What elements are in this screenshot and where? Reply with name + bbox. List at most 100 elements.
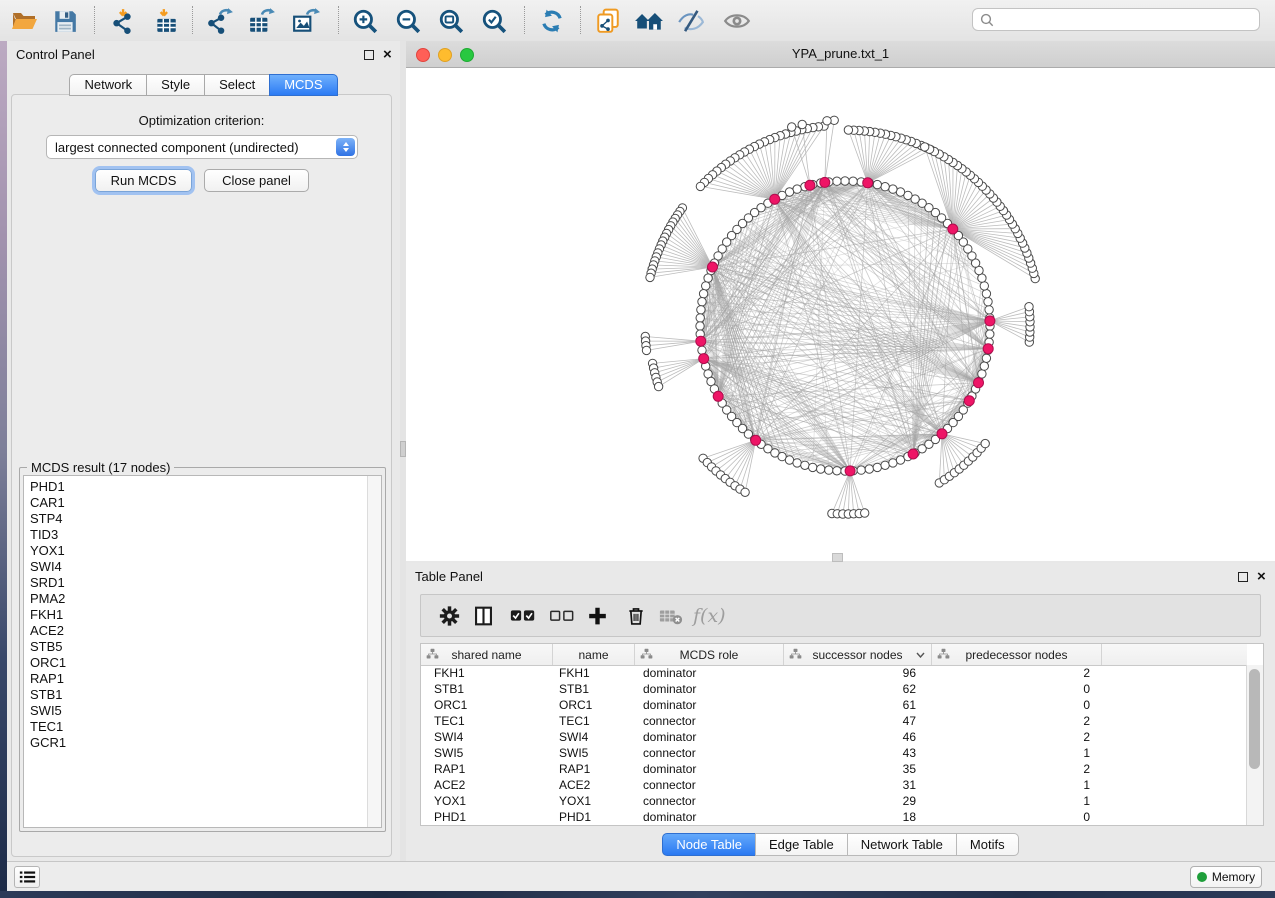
zoom-fit-icon[interactable] bbox=[434, 4, 468, 37]
cell-MCDS-role[interactable]: connector bbox=[635, 794, 784, 808]
memory-button[interactable]: Memory bbox=[1190, 866, 1262, 888]
mcds-result-item[interactable]: PMA2 bbox=[30, 591, 66, 607]
search-box[interactable] bbox=[972, 8, 1260, 31]
tab-edge-table[interactable]: Edge Table bbox=[755, 833, 847, 856]
cell-successor-nodes[interactable]: 96 bbox=[784, 666, 932, 680]
mcds-result-item[interactable]: SRD1 bbox=[30, 575, 66, 591]
float-panel-icon[interactable] bbox=[364, 50, 374, 60]
cell-predecessor-nodes[interactable]: 1 bbox=[932, 746, 1102, 760]
cell-shared-name[interactable]: YOX1 bbox=[421, 794, 553, 808]
float-table-panel-icon[interactable] bbox=[1238, 572, 1248, 582]
table-row[interactable]: SWI5SWI5connector431 bbox=[421, 745, 1247, 761]
cell-MCDS-role[interactable]: dominator bbox=[635, 810, 784, 824]
tab-select[interactable]: Select bbox=[204, 74, 269, 96]
tab-mcds[interactable]: MCDS bbox=[269, 74, 337, 96]
mcds-result-item[interactable]: TID3 bbox=[30, 527, 66, 543]
cell-predecessor-nodes[interactable]: 1 bbox=[932, 794, 1102, 808]
network-overview-icon[interactable] bbox=[632, 4, 666, 37]
mcds-result-item[interactable]: RAP1 bbox=[30, 671, 66, 687]
export-image-icon[interactable] bbox=[289, 4, 323, 37]
task-history-button[interactable] bbox=[14, 866, 40, 888]
deselect-checkboxes-icon[interactable] bbox=[548, 606, 576, 625]
cell-name[interactable]: YOX1 bbox=[553, 794, 635, 808]
criterion-dropdown[interactable]: largest connected component (undirected) bbox=[46, 135, 358, 159]
cell-predecessor-nodes[interactable]: 1 bbox=[932, 778, 1102, 792]
refresh-icon[interactable] bbox=[535, 4, 569, 37]
mcds-result-item[interactable]: ORC1 bbox=[30, 655, 66, 671]
cell-shared-name[interactable]: FKH1 bbox=[421, 666, 553, 680]
column-header-name[interactable]: name bbox=[553, 644, 635, 665]
cell-successor-nodes[interactable]: 31 bbox=[784, 778, 932, 792]
table-row[interactable]: STB1STB1dominator620 bbox=[421, 681, 1247, 697]
mcds-result-item[interactable]: CAR1 bbox=[30, 495, 66, 511]
cell-name[interactable]: SWI4 bbox=[553, 730, 635, 744]
export-network-icon[interactable] bbox=[203, 4, 237, 37]
mcds-result-item[interactable]: PHD1 bbox=[30, 479, 66, 495]
network-graph[interactable] bbox=[406, 68, 1275, 561]
close-panel-icon[interactable]: × bbox=[383, 47, 392, 62]
column-header-successor-nodes[interactable]: successor nodes bbox=[784, 644, 932, 665]
tab-node-table[interactable]: Node Table bbox=[662, 833, 755, 856]
network-window-titlebar[interactable]: YPA_prune.txt_1 bbox=[406, 41, 1275, 68]
scrollbar-thumb[interactable] bbox=[1249, 669, 1260, 769]
show-panel-icon[interactable] bbox=[720, 4, 754, 37]
table-row[interactable]: SWI4SWI4dominator462 bbox=[421, 729, 1247, 745]
cell-MCDS-role[interactable]: connector bbox=[635, 714, 784, 728]
cell-name[interactable]: FKH1 bbox=[553, 666, 635, 680]
settings-icon[interactable] bbox=[439, 605, 460, 626]
cell-MCDS-role[interactable]: dominator bbox=[635, 682, 784, 696]
tab-style[interactable]: Style bbox=[146, 74, 204, 96]
column-header-shared-name[interactable]: shared name bbox=[421, 644, 553, 665]
close-panel-button[interactable]: Close panel bbox=[204, 169, 309, 192]
import-table-icon[interactable] bbox=[149, 4, 183, 37]
table-row[interactable]: TEC1TEC1connector472 bbox=[421, 713, 1247, 729]
cell-successor-nodes[interactable]: 29 bbox=[784, 794, 932, 808]
search-input[interactable] bbox=[999, 12, 1259, 28]
cell-MCDS-role[interactable]: connector bbox=[635, 746, 784, 760]
cell-name[interactable]: ORC1 bbox=[553, 698, 635, 712]
cell-MCDS-role[interactable]: dominator bbox=[635, 698, 784, 712]
close-table-panel-icon[interactable]: × bbox=[1257, 569, 1266, 584]
save-session-icon[interactable] bbox=[48, 4, 82, 37]
zoom-in-icon[interactable] bbox=[348, 4, 382, 37]
mcds-result-item[interactable]: GCR1 bbox=[30, 735, 66, 751]
table-row[interactable]: RAP1RAP1dominator352 bbox=[421, 761, 1247, 777]
cell-shared-name[interactable]: STB1 bbox=[421, 682, 553, 696]
mcds-result-item[interactable]: FKH1 bbox=[30, 607, 66, 623]
cell-name[interactable]: RAP1 bbox=[553, 762, 635, 776]
cell-successor-nodes[interactable]: 47 bbox=[784, 714, 932, 728]
cell-MCDS-role[interactable]: dominator bbox=[635, 762, 784, 776]
mcds-result-item[interactable]: STB1 bbox=[30, 687, 66, 703]
hide-panel-icon[interactable] bbox=[674, 4, 708, 37]
zoom-out-icon[interactable] bbox=[391, 4, 425, 37]
cell-predecessor-nodes[interactable]: 0 bbox=[932, 682, 1102, 696]
cell-shared-name[interactable]: SWI5 bbox=[421, 746, 553, 760]
horizontal-splitter-grip[interactable] bbox=[832, 553, 843, 562]
cell-name[interactable]: TEC1 bbox=[553, 714, 635, 728]
tab-motifs[interactable]: Motifs bbox=[956, 833, 1019, 856]
delete-icon[interactable] bbox=[626, 605, 646, 626]
mcds-result-item[interactable]: STB5 bbox=[30, 639, 66, 655]
mcds-result-item[interactable]: YOX1 bbox=[30, 543, 66, 559]
cell-shared-name[interactable]: ORC1 bbox=[421, 698, 553, 712]
table-row[interactable]: ACE2ACE2connector311 bbox=[421, 777, 1247, 793]
run-mcds-button[interactable]: Run MCDS bbox=[95, 169, 192, 192]
import-network-icon[interactable] bbox=[105, 4, 139, 37]
mcds-result-item[interactable]: TEC1 bbox=[30, 719, 66, 735]
cell-MCDS-role[interactable]: dominator bbox=[635, 666, 784, 680]
tab-network-table[interactable]: Network Table bbox=[847, 833, 956, 856]
cell-shared-name[interactable]: ACE2 bbox=[421, 778, 553, 792]
table-row[interactable]: FKH1FKH1dominator962 bbox=[421, 665, 1247, 681]
column-header-predecessor-nodes[interactable]: predecessor nodes bbox=[932, 644, 1102, 665]
mcds-list-scrollbar[interactable] bbox=[367, 476, 381, 827]
cell-shared-name[interactable]: TEC1 bbox=[421, 714, 553, 728]
cell-shared-name[interactable]: SWI4 bbox=[421, 730, 553, 744]
cell-MCDS-role[interactable]: connector bbox=[635, 778, 784, 792]
cell-successor-nodes[interactable]: 35 bbox=[784, 762, 932, 776]
mcds-result-item[interactable]: SWI4 bbox=[30, 559, 66, 575]
split-columns-icon[interactable] bbox=[473, 605, 494, 626]
zoom-selected-icon[interactable] bbox=[477, 4, 511, 37]
export-table-icon[interactable] bbox=[245, 4, 279, 37]
cell-successor-nodes[interactable]: 43 bbox=[784, 746, 932, 760]
table-row[interactable]: YOX1YOX1connector291 bbox=[421, 793, 1247, 809]
